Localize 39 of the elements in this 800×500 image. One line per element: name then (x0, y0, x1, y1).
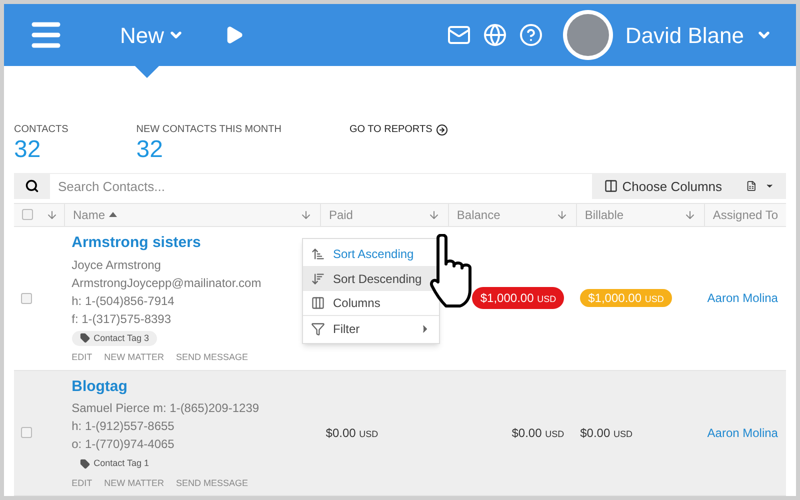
amount-badge: $1,000.00 USD (580, 289, 672, 308)
row-action-link[interactable]: EDIT (72, 351, 92, 364)
stat-label: CONTACTS (14, 123, 68, 137)
choose-columns-button[interactable]: Choose Columns (592, 174, 734, 199)
row-action-link[interactable]: SEND MESSAGE (176, 476, 248, 490)
column-header[interactable]: Billable (576, 204, 704, 226)
stat-label: NEW CONTACTS THIS MONTH (136, 123, 282, 137)
column-header[interactable]: Paid (320, 204, 448, 226)
amount: $0.00 USD (326, 426, 378, 440)
reports-link[interactable]: GO TO REPORTS (349, 122, 448, 137)
contact-tag[interactable]: Contact Tag 3 (72, 330, 157, 346)
contact-detail: o: 1-(770)974-4065 (72, 436, 176, 452)
contact-detail: Samuel Pierce m: 1-(865)209-1239 (72, 400, 260, 416)
user-menu-button[interactable]: David Blane (625, 18, 772, 52)
row-action-link[interactable]: NEW MATTER (104, 476, 164, 490)
menu-item[interactable]: Filter (303, 316, 439, 341)
column-header[interactable]: Balance (448, 204, 576, 226)
column-header[interactable]: Assigned To (704, 204, 786, 226)
contact-detail: Joyce Armstrong (72, 256, 162, 272)
new-menu-button[interactable]: New (120, 18, 184, 52)
row-action-link[interactable]: EDIT (72, 476, 92, 490)
menu-item[interactable]: Sort Ascending (303, 241, 439, 266)
stat-value: 32 (136, 137, 164, 163)
column-header[interactable]: Name (64, 204, 320, 226)
contact-detail: h: 1-(504)856-7914 (72, 292, 176, 308)
contact-detail: h: 1-(912)557-8655 (72, 418, 176, 434)
contact-detail: ArmstrongJoycepp@mailinator.com (72, 274, 262, 290)
row-action-link[interactable]: NEW MATTER (104, 351, 164, 364)
search-field[interactable]: Search Contacts... (50, 174, 592, 199)
amount: $0.00 USD (512, 424, 564, 442)
assignee-link[interactable]: Aaron Molina (707, 291, 778, 306)
row-action-link[interactable]: SEND MESSAGE (176, 351, 248, 364)
stat-value: 32 (14, 137, 42, 163)
assignee-link[interactable]: Aaron Molina (707, 426, 778, 440)
amount: $0.00 USD (580, 426, 632, 440)
contact-name-link[interactable]: Blogtag (72, 376, 310, 398)
contact-detail: f: 1-(317)575-8393 (72, 310, 172, 326)
menu-item[interactable]: Sort Descending (303, 266, 439, 291)
amount-badge: $1,000.00 USD (472, 287, 564, 310)
